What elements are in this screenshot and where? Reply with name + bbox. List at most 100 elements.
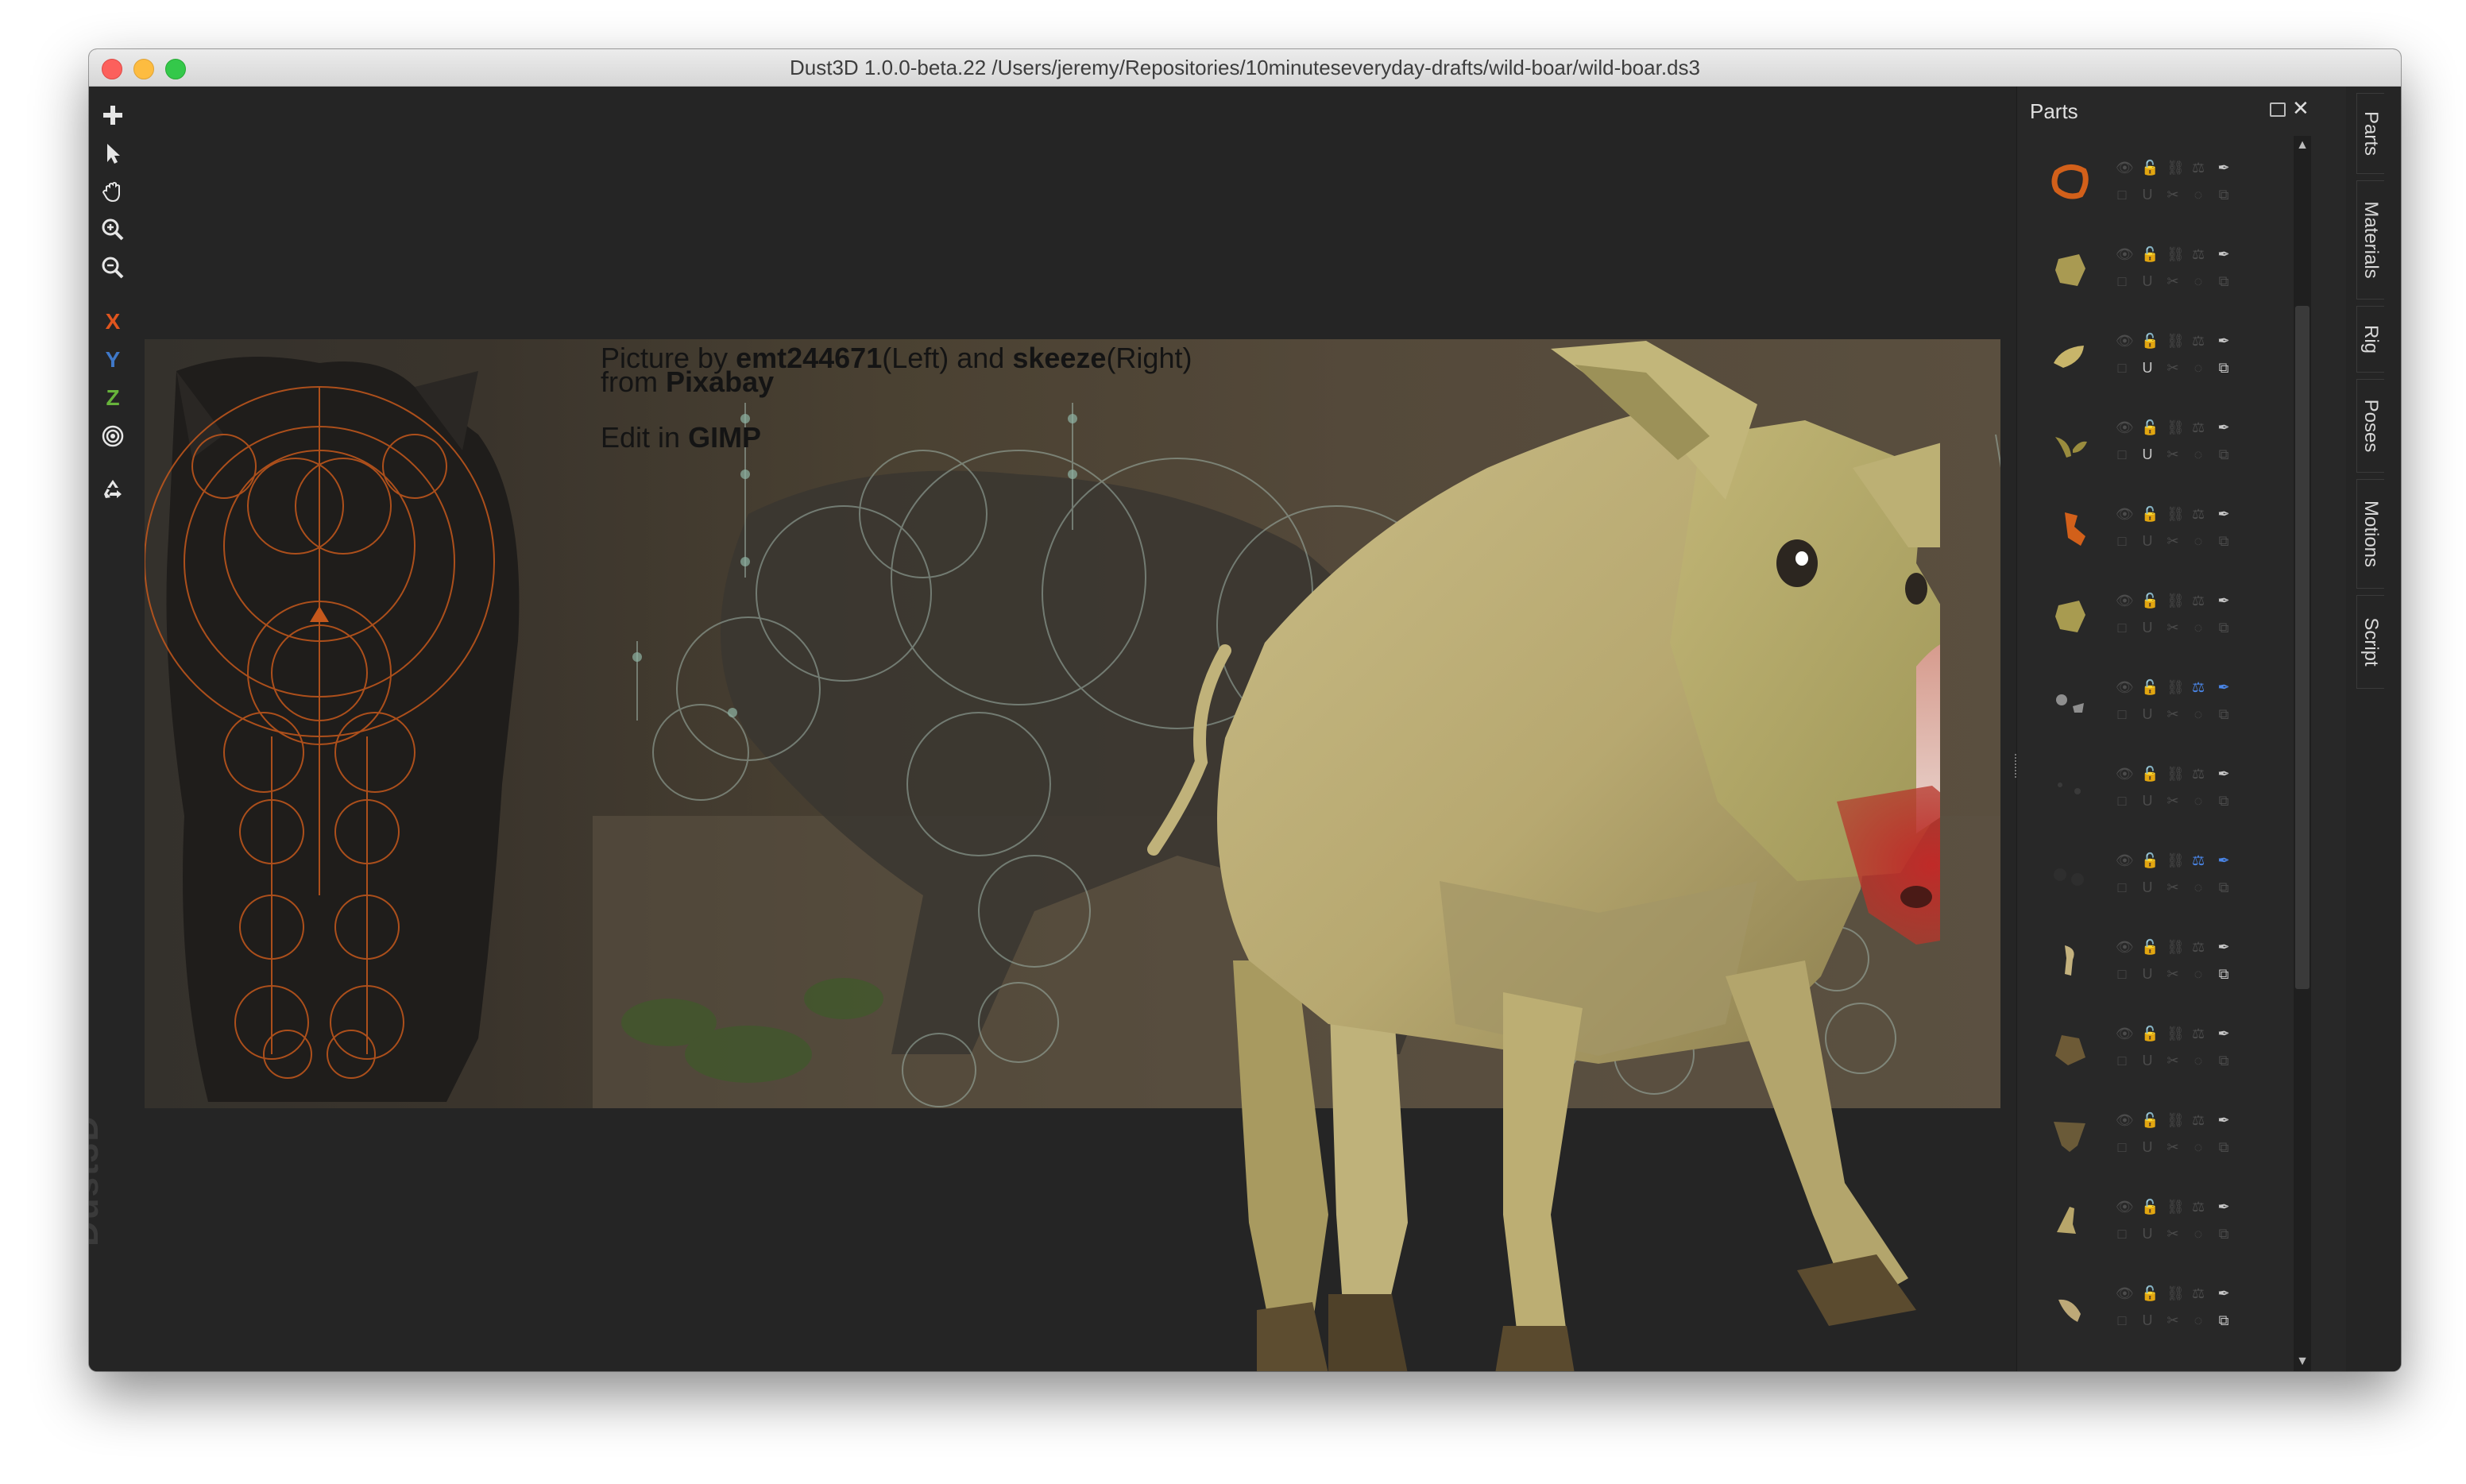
subdivide-icon[interactable]: □ (2116, 447, 2128, 462)
link-icon[interactable]: ⛓ (2166, 680, 2185, 694)
xmirror-icon[interactable]: ⧉ (2217, 794, 2230, 808)
symmetry-icon[interactable]: ⚖ (2192, 334, 2205, 348)
pan-hand-icon[interactable] (97, 176, 129, 207)
part-preview-thumbnail[interactable] (2046, 245, 2093, 292)
visibility-icon[interactable]: 👁 (2116, 1286, 2134, 1300)
color-picker-icon[interactable]: ✒ (2217, 247, 2230, 261)
lock-icon[interactable]: 🔓 (2141, 247, 2159, 261)
y-axis-lock-button[interactable]: Y (97, 344, 129, 376)
lock-icon[interactable]: 🔓 (2141, 420, 2159, 435)
xmirror-icon[interactable]: ⧉ (2217, 1227, 2230, 1241)
rounded-end-icon[interactable]: U (2141, 880, 2154, 895)
part-row[interactable]: 👁 🔓 ⛓ ⚖ ✒ □ U ✂ ◌ ⧉ (2017, 224, 2287, 310)
part-row[interactable]: 👁 🔓 ⛓ ⚖ ✒ □ U ✂ ◌ ⧉ (2017, 570, 2287, 656)
color-picker-icon[interactable]: ✒ (2217, 853, 2230, 868)
subdivide-icon[interactable]: □ (2116, 1313, 2128, 1327)
deform-icon[interactable]: ◌ (2192, 794, 2205, 808)
visibility-icon[interactable]: 👁 (2116, 160, 2134, 175)
select-icon[interactable] (97, 137, 129, 169)
part-preview-thumbnail[interactable] (2046, 504, 2093, 552)
lock-icon[interactable]: 🔓 (2141, 940, 2159, 954)
xmirror-icon[interactable]: ⧉ (2217, 361, 2230, 375)
tab-motions[interactable]: Motions (2356, 479, 2384, 589)
rounded-end-icon[interactable]: U (2141, 1053, 2154, 1068)
chamfer-icon[interactable]: ✂ (2166, 880, 2179, 895)
part-row[interactable]: 👁 🔓 ⛓ ⚖ ✒ □ U ✂ ◌ ⧉ (2017, 917, 2287, 1003)
symmetry-icon[interactable]: ⚖ (2192, 1113, 2205, 1127)
chamfer-icon[interactable]: ✂ (2166, 361, 2179, 375)
part-row[interactable]: 👁 🔓 ⛓ ⚖ ✒ □ U ✂ ◌ ⧉ (2017, 484, 2287, 570)
symmetry-icon[interactable]: ⚖ (2192, 1286, 2205, 1300)
lock-icon[interactable]: 🔓 (2141, 593, 2159, 608)
symmetry-icon[interactable]: ⚖ (2192, 247, 2205, 261)
chamfer-icon[interactable]: ✂ (2166, 794, 2179, 808)
rounded-end-icon[interactable]: U (2141, 1313, 2154, 1327)
part-row[interactable]: 👁 🔓 ⛓ ⚖ ✒ □ U ✂ ◌ ⧉ (2017, 397, 2287, 483)
subdivide-icon[interactable]: □ (2116, 1053, 2128, 1068)
xmirror-icon[interactable]: ⧉ (2217, 620, 2230, 635)
close-panel-icon[interactable]: ✕ (2292, 96, 2309, 121)
color-picker-icon[interactable]: ✒ (2217, 1113, 2230, 1127)
lock-icon[interactable]: 🔓 (2141, 1286, 2159, 1300)
color-picker-icon[interactable]: ✒ (2217, 1286, 2230, 1300)
deform-icon[interactable]: ◌ (2192, 534, 2205, 548)
symmetry-icon[interactable]: ⚖ (2192, 767, 2205, 781)
deform-icon[interactable]: ◌ (2192, 620, 2205, 635)
rounded-end-icon[interactable]: U (2141, 620, 2154, 635)
scroll-down-icon[interactable]: ▼ (2296, 1355, 2309, 1368)
link-icon[interactable]: ⛓ (2166, 160, 2185, 175)
subdivide-icon[interactable]: □ (2116, 880, 2128, 895)
chamfer-icon[interactable]: ✂ (2166, 620, 2179, 635)
z-axis-lock-button[interactable]: Z (97, 382, 129, 414)
chamfer-icon[interactable]: ✂ (2166, 1313, 2179, 1327)
xmirror-icon[interactable]: ⧉ (2217, 1053, 2230, 1068)
link-icon[interactable]: ⛓ (2166, 1286, 2185, 1300)
visibility-icon[interactable]: 👁 (2116, 940, 2134, 954)
deform-icon[interactable]: ◌ (2192, 1227, 2205, 1241)
rounded-end-icon[interactable]: U (2141, 707, 2154, 721)
part-row[interactable]: 👁 🔓 ⛓ ⚖ ✒ □ U ✂ ◌ ⧉ (2017, 1090, 2287, 1176)
part-preview-thumbnail[interactable] (2046, 851, 2093, 899)
visibility-icon[interactable]: 👁 (2116, 420, 2134, 435)
tab-rig[interactable]: Rig (2356, 306, 2384, 373)
symmetry-icon[interactable]: ⚖ (2192, 1026, 2205, 1041)
chamfer-icon[interactable]: ✂ (2166, 187, 2179, 202)
color-picker-icon[interactable]: ✒ (2217, 160, 2230, 175)
scrollbar-thumb[interactable] (2295, 306, 2309, 989)
color-picker-icon[interactable]: ✒ (2217, 334, 2230, 348)
link-icon[interactable]: ⛓ (2166, 767, 2185, 781)
visibility-icon[interactable]: 👁 (2116, 767, 2134, 781)
visibility-icon[interactable]: 👁 (2116, 1200, 2134, 1214)
part-preview-thumbnail[interactable] (2046, 1197, 2093, 1245)
link-icon[interactable]: ⛓ (2166, 1026, 2185, 1041)
part-row[interactable]: 👁 🔓 ⛓ ⚖ ✒ □ U ✂ ◌ ⧉ (2017, 1263, 2287, 1349)
tab-parts[interactable]: Parts (2356, 93, 2384, 174)
xmirror-icon[interactable]: ⧉ (2217, 880, 2230, 895)
deform-icon[interactable]: ◌ (2192, 880, 2205, 895)
color-picker-icon[interactable]: ✒ (2217, 767, 2230, 781)
tab-poses[interactable]: Poses (2356, 379, 2384, 473)
part-preview-thumbnail[interactable] (2046, 1024, 2093, 1072)
lock-icon[interactable]: 🔓 (2141, 1026, 2159, 1041)
rounded-end-icon[interactable]: U (2141, 447, 2154, 462)
link-icon[interactable]: ⛓ (2166, 1200, 2185, 1214)
rounded-end-icon[interactable]: U (2141, 361, 2154, 375)
deform-icon[interactable]: ◌ (2192, 1053, 2205, 1068)
visibility-icon[interactable]: 👁 (2116, 1026, 2134, 1041)
part-row[interactable]: 👁 🔓 ⛓ ⚖ ✒ □ U ✂ ◌ ⧉ (2017, 830, 2287, 916)
xmirror-icon[interactable]: ⧉ (2217, 187, 2230, 202)
zoom-in-icon[interactable] (97, 214, 129, 245)
parts-scrollbar[interactable]: ▲ ▼ (2294, 136, 2311, 1371)
xmirror-icon[interactable]: ⧉ (2217, 274, 2230, 288)
visibility-icon[interactable]: 👁 (2116, 853, 2134, 868)
deform-icon[interactable]: ◌ (2192, 361, 2205, 375)
link-icon[interactable]: ⛓ (2166, 334, 2185, 348)
rounded-end-icon[interactable]: U (2141, 534, 2154, 548)
part-row[interactable]: 👁 🔓 ⛓ ⚖ ✒ □ U ✂ ◌ ⧉ (2017, 311, 2287, 396)
link-icon[interactable]: ⛓ (2166, 853, 2185, 868)
xmirror-icon[interactable]: ⧉ (2217, 1313, 2230, 1327)
subdivide-icon[interactable]: □ (2116, 361, 2128, 375)
xmirror-icon[interactable]: ⧉ (2217, 447, 2230, 462)
color-picker-icon[interactable]: ✒ (2217, 1026, 2230, 1041)
part-preview-thumbnail[interactable] (2046, 764, 2093, 812)
